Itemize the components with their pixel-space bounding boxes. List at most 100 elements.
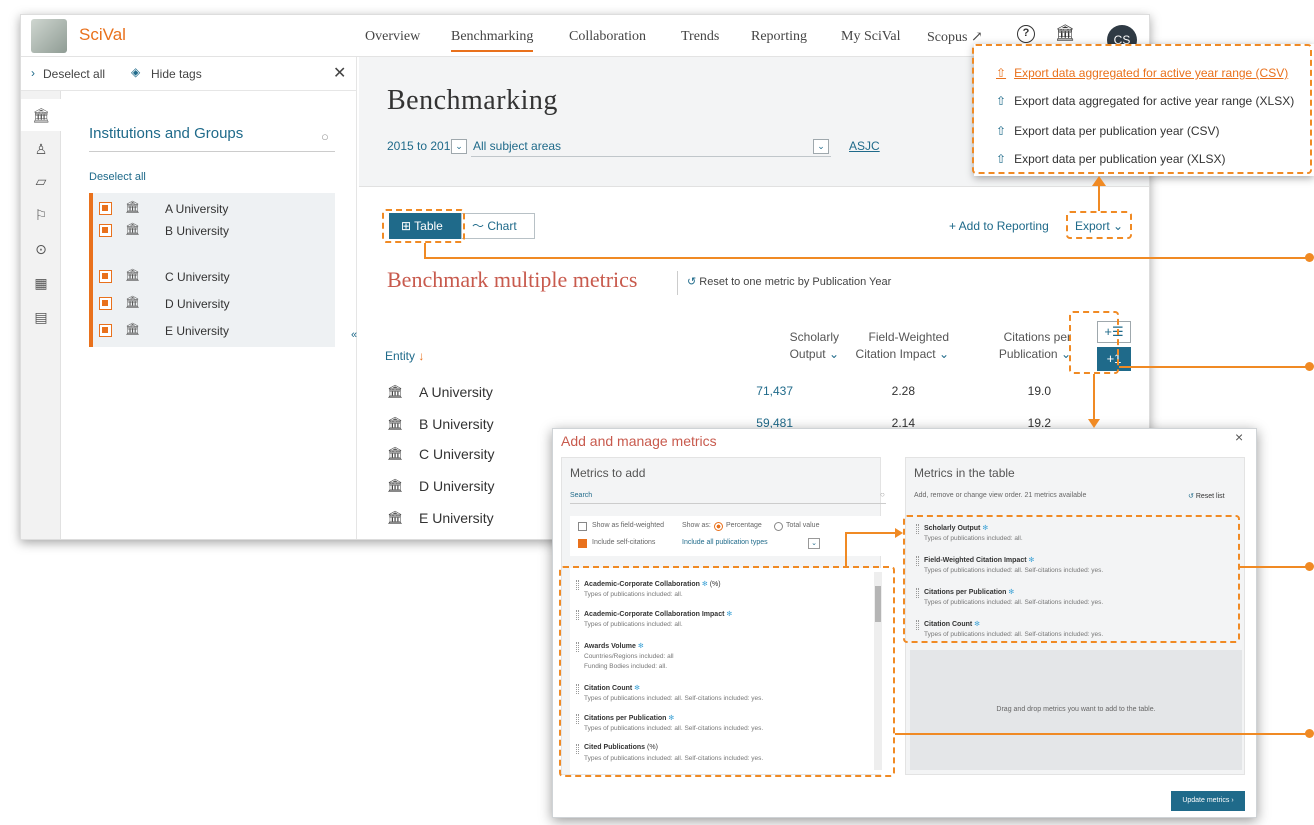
add-to-reporting-button[interactable]: + Add to Reporting	[949, 219, 1049, 233]
group-title: Institutions and Groups	[89, 125, 244, 142]
nav-trends[interactable]: Trends	[681, 29, 719, 45]
topic-icon[interactable]: ⊙	[21, 233, 61, 265]
option-label: Show as:	[682, 522, 711, 529]
chevron-down-icon: ⌄	[938, 347, 949, 361]
asjc-link[interactable]: ASJC	[849, 139, 880, 153]
divider	[89, 151, 335, 152]
institution-icon: 🏛	[125, 322, 141, 336]
country-flag-icon[interactable]: ⚐	[21, 199, 61, 231]
column-header-line: Scholarly	[789, 330, 839, 344]
entity-name[interactable]: B University	[419, 416, 494, 432]
reset-label: Reset to one metric by Publication Year	[699, 276, 892, 288]
nav-collaboration[interactable]: Collaboration	[569, 29, 646, 45]
subject-area-select[interactable]: All subject areas	[473, 139, 561, 153]
update-metrics-button[interactable]: Update metrics ›	[1171, 791, 1245, 811]
panel-heading: Metrics to add	[570, 466, 646, 480]
elsevier-logo	[31, 19, 67, 53]
entity-header-label: Entity	[385, 349, 416, 363]
grid-icon[interactable]: ▦	[21, 267, 61, 299]
nav-my-scival[interactable]: My SciVal	[841, 29, 901, 45]
institution-icon[interactable]: 🏛	[21, 99, 61, 131]
callout-line	[1119, 366, 1309, 368]
hide-tags-button[interactable]: Hide tags	[151, 67, 202, 81]
publication-set-icon[interactable]: ▱	[21, 165, 61, 197]
nav-overview[interactable]: Overview	[365, 29, 420, 45]
search-input[interactable]: Search	[570, 492, 592, 499]
callout-line	[1240, 566, 1308, 568]
checkbox[interactable]	[99, 224, 112, 237]
institution-icon: 🏛	[387, 510, 404, 525]
reset-list-button[interactable]: ↺ Reset list	[1188, 492, 1225, 500]
callout-line	[845, 532, 897, 534]
nav-reporting[interactable]: Reporting	[751, 29, 807, 45]
divider	[677, 271, 678, 295]
brand-name[interactable]: SciVal	[79, 25, 126, 45]
dialog-title: Add and manage metrics	[561, 433, 717, 449]
callout-frame	[972, 44, 1312, 174]
institution-icon[interactable]: 🏛	[1055, 23, 1075, 43]
entity-name[interactable]: D University	[419, 478, 494, 494]
checkbox[interactable]	[99, 297, 112, 310]
help-icon[interactable]: ?	[1017, 25, 1035, 43]
column-header-citations-per-publication[interactable]: Citations per Publication ⌄	[959, 329, 1071, 363]
checkbox[interactable]	[99, 270, 112, 283]
chevron-down-icon[interactable]: ⌄	[813, 139, 829, 154]
nav-benchmarking[interactable]: Benchmarking	[451, 29, 534, 52]
column-header-line: Citations per	[1003, 330, 1071, 344]
entity-column-header[interactable]: Entity ↓	[385, 349, 424, 363]
deselect-all-button[interactable]: Deselect all	[43, 67, 105, 81]
deselect-all-link[interactable]: Deselect all	[89, 171, 146, 183]
panel-subheading: Add, remove or change view order. 21 met…	[914, 492, 1087, 499]
callout-frame	[559, 566, 895, 777]
institution-icon: 🏛	[387, 416, 404, 431]
column-header-fwci[interactable]: Field-Weighted Citation Impact ⌄	[829, 329, 949, 363]
chevron-down-icon[interactable]: ⌄	[451, 139, 467, 154]
institution-icon: 🏛	[125, 295, 141, 309]
checkbox[interactable]	[578, 539, 587, 548]
chevron-down-icon[interactable]: ⌄	[808, 538, 820, 549]
document-icon[interactable]: ▤	[21, 301, 61, 333]
search-icon[interactable]: ○	[321, 129, 329, 144]
institution-icon: 🏛	[387, 384, 404, 399]
arrow-right-icon	[895, 528, 903, 538]
panel-heading: Metrics in the table	[914, 466, 1015, 480]
collapse-panel-icon[interactable]: «	[351, 329, 357, 341]
checkbox[interactable]	[99, 202, 112, 215]
reset-list-label: Reset list	[1195, 493, 1225, 500]
callout-line	[1098, 184, 1100, 211]
callout-frame	[1066, 211, 1132, 239]
checkbox[interactable]	[99, 324, 112, 337]
callout-line	[424, 243, 426, 258]
option-label: Show as field-weighted	[592, 522, 664, 529]
scholarly-output-value[interactable]: 71,437	[737, 384, 793, 398]
chart-view-button[interactable]: 〜 Chart	[461, 213, 535, 239]
radio-total-value[interactable]	[774, 522, 783, 531]
entity-name[interactable]: C University	[419, 446, 494, 462]
column-header-scholarly-output[interactable]: Scholarly Output ⌄	[739, 329, 839, 363]
year-range-select[interactable]: 2015 to 2019	[387, 139, 457, 153]
entity-name: B University	[165, 224, 230, 238]
reset-icon: ↺	[687, 276, 700, 288]
researcher-icon[interactable]: ♙	[21, 133, 61, 165]
close-icon[interactable]: ✕	[333, 63, 346, 83]
drop-zone[interactable]: Drag and drop metrics you want to add to…	[910, 650, 1242, 770]
entity-name[interactable]: A University	[419, 384, 493, 400]
entity-name: A University	[165, 202, 229, 216]
chevron-right-icon: ›	[31, 66, 35, 80]
reset-metric-button[interactable]: ↺ Reset to one metric by Publication Yea…	[687, 275, 891, 288]
table-row[interactable]: 🏛 A University 71,437 2.28 19.0	[359, 375, 1149, 407]
checkbox[interactable]	[578, 522, 587, 531]
arrow-up-icon	[1092, 176, 1106, 186]
chart-label: Chart	[487, 219, 517, 233]
divider	[570, 503, 886, 504]
tag-icon: ◈	[131, 65, 141, 79]
fwci-value: 2.28	[891, 384, 915, 398]
radio-percentage[interactable]	[714, 522, 723, 531]
callout-line	[424, 257, 1308, 259]
entity-name[interactable]: E University	[419, 510, 494, 526]
close-icon[interactable]: ×	[1235, 429, 1243, 445]
callout-dot	[1305, 253, 1314, 262]
entity-type-rail: 🏛 ♙ ▱ ⚐ ⊙ ▦ ▤	[21, 91, 61, 539]
reset-icon: ↺	[1188, 493, 1196, 500]
publication-type-select[interactable]: Include all publication types	[682, 539, 768, 546]
